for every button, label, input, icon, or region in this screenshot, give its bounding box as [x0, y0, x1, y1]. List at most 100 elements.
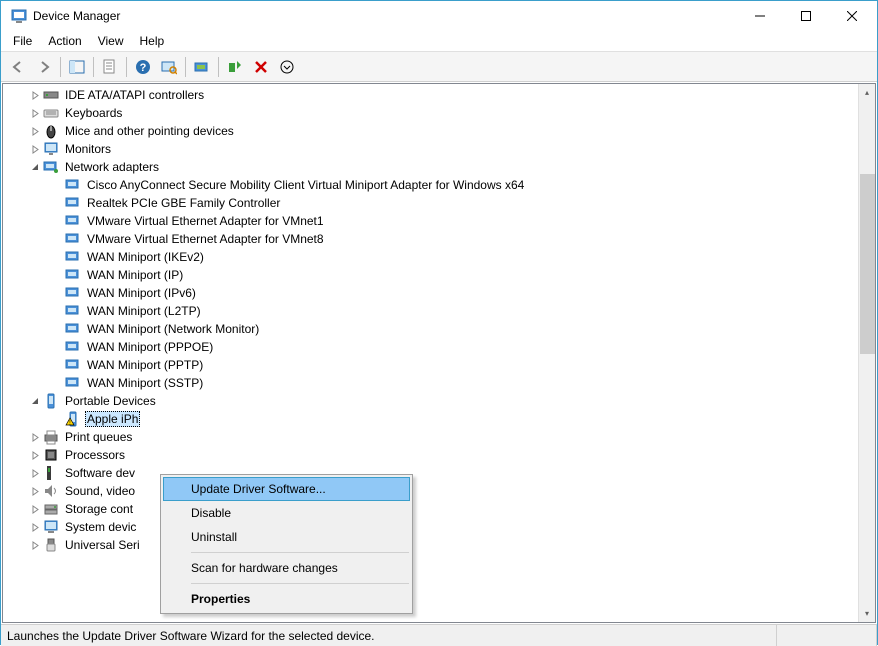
keyboard-icon [43, 105, 59, 121]
tree-node-label[interactable]: Realtek PCIe GBE Family Controller [85, 195, 282, 211]
tree-node-label[interactable]: Portable Devices [63, 393, 158, 409]
scroll-up-button[interactable]: ▴ [859, 84, 875, 101]
status-panel-2 [777, 625, 877, 646]
context-item[interactable]: Uninstall [163, 525, 410, 549]
tree-node-label[interactable]: Processors [63, 447, 127, 463]
tree-node[interactable]: Monitors [7, 140, 858, 158]
tree-node[interactable]: WAN Miniport (Network Monitor) [7, 320, 858, 338]
tree-node[interactable]: WAN Miniport (IPv6) [7, 284, 858, 302]
tree-node[interactable]: !Apple iPh [7, 410, 858, 428]
tree-node-label[interactable]: Monitors [63, 141, 113, 157]
tree-node-label[interactable]: Cisco AnyConnect Secure Mobility Client … [85, 177, 526, 193]
context-item[interactable]: Properties [163, 587, 410, 611]
tree-node[interactable]: Storage cont [7, 500, 858, 518]
tree-node[interactable]: Software dev [7, 464, 858, 482]
forward-button[interactable] [32, 55, 56, 79]
tree-node[interactable]: WAN Miniport (SSTP) [7, 374, 858, 392]
expander-closed-icon[interactable] [27, 87, 43, 103]
tree-node-label[interactable]: Mice and other pointing devices [63, 123, 236, 139]
scroll-thumb[interactable] [860, 174, 875, 354]
tree-node[interactable]: Cisco AnyConnect Secure Mobility Client … [7, 176, 858, 194]
tree-node[interactable]: VMware Virtual Ethernet Adapter for VMne… [7, 212, 858, 230]
tree-node-label[interactable]: WAN Miniport (IP) [85, 267, 185, 283]
vertical-scrollbar[interactable]: ▴ ▾ [858, 84, 875, 622]
close-button[interactable] [829, 2, 875, 30]
expander-closed-icon[interactable] [27, 465, 43, 481]
expander-closed-icon[interactable] [27, 105, 43, 121]
tree-node-label[interactable]: System devic [63, 519, 138, 535]
tree-node-label[interactable]: WAN Miniport (PPPOE) [85, 339, 215, 355]
enable-button[interactable] [223, 55, 247, 79]
tree-node[interactable]: VMware Virtual Ethernet Adapter for VMne… [7, 230, 858, 248]
device-tree[interactable]: IDE ATA/ATAPI controllers Keyboards Mice a… [3, 84, 858, 622]
expander-open-icon[interactable] [27, 393, 43, 409]
expander-closed-icon[interactable] [27, 429, 43, 445]
context-item[interactable]: Scan for hardware changes [163, 556, 410, 580]
tree-node-label[interactable]: VMware Virtual Ethernet Adapter for VMne… [85, 231, 326, 247]
expander-closed-icon[interactable] [27, 141, 43, 157]
net-adapter-icon [65, 303, 81, 319]
properties-button[interactable] [98, 55, 122, 79]
tree-node-label[interactable]: WAN Miniport (Network Monitor) [85, 321, 261, 337]
tree-node[interactable]: Keyboards [7, 104, 858, 122]
menu-file[interactable]: File [5, 32, 40, 50]
tree-node-label[interactable]: WAN Miniport (PPTP) [85, 357, 205, 373]
context-item[interactable]: Update Driver Software... [163, 477, 410, 501]
menu-help[interactable]: Help [132, 32, 173, 50]
expander-closed-icon[interactable] [27, 501, 43, 517]
expander-closed-icon[interactable] [27, 537, 43, 553]
expander-closed-icon[interactable] [27, 123, 43, 139]
tree-node[interactable]: Print queues [7, 428, 858, 446]
tree-node-label[interactable]: Print queues [63, 429, 134, 445]
tree-node[interactable]: Processors [7, 446, 858, 464]
expander-closed-icon[interactable] [27, 519, 43, 535]
menu-view[interactable]: View [90, 32, 132, 50]
more-actions-button[interactable] [275, 55, 299, 79]
tree-node[interactable]: System devic [7, 518, 858, 536]
minimize-button[interactable] [737, 2, 783, 30]
tree-node-label[interactable]: Storage cont [63, 501, 135, 517]
tree-node[interactable]: IDE ATA/ATAPI controllers [7, 86, 858, 104]
menu-action[interactable]: Action [40, 32, 89, 50]
tree-node-label[interactable]: WAN Miniport (L2TP) [85, 303, 203, 319]
tree-node-label[interactable]: Keyboards [63, 105, 124, 121]
tree-node-label[interactable]: IDE ATA/ATAPI controllers [63, 87, 206, 103]
help-button[interactable]: ? [131, 55, 155, 79]
tree-node[interactable]: WAN Miniport (L2TP) [7, 302, 858, 320]
tree-node-label[interactable]: WAN Miniport (IKEv2) [85, 249, 206, 265]
tree-node[interactable]: WAN Miniport (PPPOE) [7, 338, 858, 356]
uninstall-button[interactable] [249, 55, 273, 79]
tree-node-label[interactable]: Sound, video [63, 483, 137, 499]
maximize-button[interactable] [783, 2, 829, 30]
tree-node[interactable]: Portable Devices [7, 392, 858, 410]
tree-node[interactable]: Universal Seri [7, 536, 858, 554]
back-button[interactable] [6, 55, 30, 79]
tree-node-label[interactable]: Universal Seri [63, 537, 142, 553]
update-driver-button[interactable] [190, 55, 214, 79]
sound-icon [43, 483, 59, 499]
tree-node-label[interactable]: WAN Miniport (IPv6) [85, 285, 198, 301]
tree-node-label[interactable]: Software dev [63, 465, 137, 481]
tree-node[interactable]: Sound, video [7, 482, 858, 500]
tree-node-label[interactable]: VMware Virtual Ethernet Adapter for VMne… [85, 213, 326, 229]
scan-hardware-button[interactable] [157, 55, 181, 79]
expander-closed-icon[interactable] [27, 483, 43, 499]
net-adapter-icon [65, 231, 81, 247]
console-tree-button[interactable] [65, 55, 89, 79]
net-adapter-icon [65, 357, 81, 373]
tree-node-label[interactable]: Network adapters [63, 159, 161, 175]
menubar: File Action View Help [1, 31, 877, 52]
tree-node[interactable]: Network adapters [7, 158, 858, 176]
tree-node[interactable]: Realtek PCIe GBE Family Controller [7, 194, 858, 212]
scroll-down-button[interactable]: ▾ [859, 605, 875, 622]
tree-node-label[interactable]: Apple iPh [85, 411, 140, 427]
expander-closed-icon[interactable] [27, 447, 43, 463]
context-item[interactable]: Disable [163, 501, 410, 525]
tree-node-label[interactable]: WAN Miniport (SSTP) [85, 375, 205, 391]
tree-node[interactable]: WAN Miniport (IKEv2) [7, 248, 858, 266]
tree-node[interactable]: WAN Miniport (PPTP) [7, 356, 858, 374]
processor-icon [43, 447, 59, 463]
tree-node[interactable]: Mice and other pointing devices [7, 122, 858, 140]
expander-open-icon[interactable] [27, 159, 43, 175]
tree-node[interactable]: WAN Miniport (IP) [7, 266, 858, 284]
